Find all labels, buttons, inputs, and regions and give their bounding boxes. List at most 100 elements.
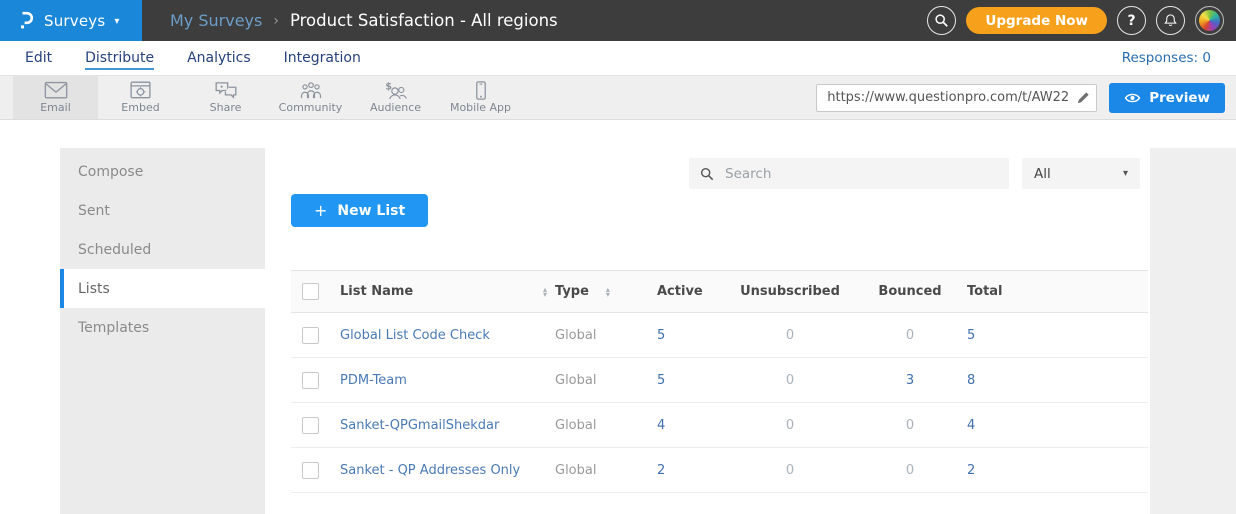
total-count[interactable]: 5 bbox=[955, 328, 1045, 343]
toolbar-item-mobile-app[interactable]: Mobile App bbox=[438, 76, 523, 119]
breadcrumb-separator-icon: › bbox=[273, 13, 279, 29]
toolbar-item-community[interactable]: Community bbox=[268, 76, 353, 119]
list-name-link[interactable]: PDM-Team bbox=[340, 373, 407, 388]
share-icon bbox=[214, 81, 238, 100]
row-checkbox[interactable] bbox=[302, 417, 319, 434]
sidebar-item-templates[interactable]: Templates bbox=[60, 308, 265, 347]
avatar-image bbox=[1199, 10, 1220, 31]
filter-selected-value: All bbox=[1034, 166, 1051, 182]
tab-integration[interactable]: Integration bbox=[284, 50, 361, 66]
survey-nav: Edit Distribute Analytics Integration Re… bbox=[0, 41, 1236, 76]
sidebar-item-label: Compose bbox=[78, 164, 143, 180]
total-count[interactable]: 2 bbox=[955, 463, 1045, 478]
pencil-icon bbox=[1076, 90, 1091, 105]
total-count[interactable]: 4 bbox=[955, 418, 1045, 433]
bounced-count: 0 bbox=[865, 328, 955, 343]
toolbar-item-share[interactable]: Share bbox=[183, 76, 268, 119]
plus-icon: + bbox=[314, 201, 327, 220]
preview-button[interactable]: Preview bbox=[1109, 83, 1225, 113]
avatar[interactable] bbox=[1195, 6, 1224, 35]
search-button[interactable] bbox=[927, 6, 956, 35]
upgrade-now-button[interactable]: Upgrade Now bbox=[966, 7, 1107, 34]
breadcrumb: My Surveys › Product Satisfaction - All … bbox=[170, 0, 558, 41]
page-title: Product Satisfaction - All regions bbox=[290, 11, 558, 30]
unsubscribed-count: 0 bbox=[715, 328, 865, 343]
tab-distribute[interactable]: Distribute bbox=[85, 50, 154, 66]
toolbar-item-label: Embed bbox=[121, 101, 159, 114]
list-type: Global bbox=[555, 328, 596, 343]
list-name-link[interactable]: Global List Code Check bbox=[340, 328, 490, 343]
preview-button-label: Preview bbox=[1149, 90, 1210, 106]
responses-count: Responses: 0 bbox=[1122, 50, 1211, 66]
surveys-menu-label: Surveys bbox=[44, 12, 105, 30]
gap-strip bbox=[0, 120, 1236, 148]
column-header-list-name: List Name bbox=[340, 284, 413, 299]
lists-table: List Name ▴▾ Type ▴▾ Active Unsubscribed… bbox=[291, 270, 1148, 493]
sidebar-item-lists[interactable]: Lists bbox=[60, 269, 265, 308]
row-checkbox[interactable] bbox=[302, 327, 319, 344]
select-all-checkbox[interactable] bbox=[302, 283, 319, 300]
toolbar-item-label: Community bbox=[279, 101, 343, 114]
active-count[interactable]: 4 bbox=[645, 418, 715, 433]
sidebar-item-scheduled[interactable]: Scheduled bbox=[60, 230, 265, 269]
sort-icon[interactable]: ▴▾ bbox=[543, 287, 547, 297]
active-count[interactable]: 5 bbox=[645, 373, 715, 388]
notifications-button[interactable] bbox=[1156, 6, 1185, 35]
toolbar-item-embed[interactable]: Embed bbox=[98, 76, 183, 119]
column-header-type: Type bbox=[555, 284, 589, 299]
chevron-down-icon: ▾ bbox=[114, 16, 119, 27]
search-icon bbox=[700, 167, 714, 181]
row-checkbox[interactable] bbox=[302, 372, 319, 389]
toolbar-item-label: Share bbox=[210, 101, 242, 114]
content-area: Compose Sent Scheduled Lists Templates A… bbox=[0, 148, 1236, 514]
right-gutter bbox=[1150, 148, 1236, 514]
sort-icon[interactable]: ▴▾ bbox=[606, 287, 610, 297]
active-count[interactable]: 5 bbox=[645, 328, 715, 343]
embed-icon bbox=[130, 81, 151, 100]
table-header-row: List Name ▴▾ Type ▴▾ Active Unsubscribed… bbox=[291, 270, 1148, 313]
toolbar-item-label: Email bbox=[40, 101, 71, 114]
sidebar-item-sent[interactable]: Sent bbox=[60, 191, 265, 230]
filter-row: All ▾ bbox=[291, 158, 1150, 189]
toolbar-item-label: Audience bbox=[370, 101, 421, 114]
tab-edit[interactable]: Edit bbox=[25, 50, 52, 66]
new-list-button[interactable]: + New List bbox=[291, 194, 428, 227]
distribute-toolbar: Email Embed Share Community bbox=[0, 76, 1236, 120]
survey-url-input[interactable] bbox=[816, 84, 1097, 112]
list-name-link[interactable]: Sanket - QP Addresses Only bbox=[340, 463, 520, 478]
column-header-bounced: Bounced bbox=[865, 284, 955, 299]
tab-analytics[interactable]: Analytics bbox=[187, 50, 251, 66]
list-type-filter-dropdown[interactable]: All ▾ bbox=[1022, 158, 1140, 189]
mobile-app-icon bbox=[469, 81, 493, 100]
toolbar-item-audience[interactable]: $ Audience bbox=[353, 76, 438, 119]
table-row: Sanket-QPGmailShekdar Global 4 0 0 4 bbox=[291, 403, 1148, 448]
edit-url-button[interactable] bbox=[1071, 86, 1095, 110]
sidebar-item-compose[interactable]: Compose bbox=[60, 152, 265, 191]
email-icon bbox=[44, 81, 68, 100]
community-icon bbox=[299, 81, 323, 100]
unsubscribed-count: 0 bbox=[715, 463, 865, 478]
help-button[interactable]: ? bbox=[1117, 6, 1146, 35]
breadcrumb-my-surveys[interactable]: My Surveys bbox=[170, 11, 262, 30]
sidebar-item-label: Scheduled bbox=[78, 242, 151, 258]
active-count[interactable]: 2 bbox=[645, 463, 715, 478]
bounced-count[interactable]: 3 bbox=[865, 373, 955, 388]
toolbar-item-email[interactable]: Email bbox=[13, 76, 98, 119]
search-icon bbox=[934, 13, 949, 28]
new-list-button-label: New List bbox=[337, 203, 405, 219]
column-header-active: Active bbox=[645, 284, 715, 299]
row-checkbox[interactable] bbox=[302, 462, 319, 479]
chevron-down-icon: ▾ bbox=[1123, 168, 1128, 179]
surveys-menu[interactable]: Surveys ▾ bbox=[0, 0, 142, 41]
lists-panel: All ▾ + New List List Name ▴▾ Type ▴▾ Ac… bbox=[265, 148, 1150, 514]
unsubscribed-count: 0 bbox=[715, 373, 865, 388]
svg-text:$: $ bbox=[385, 81, 392, 92]
search-input[interactable] bbox=[723, 165, 998, 183]
bell-icon bbox=[1163, 13, 1178, 28]
sidebar-item-label: Sent bbox=[78, 203, 110, 219]
question-mark-icon: ? bbox=[1127, 13, 1135, 29]
total-count[interactable]: 8 bbox=[955, 373, 1045, 388]
table-row: Sanket - QP Addresses Only Global 2 0 0 … bbox=[291, 448, 1148, 493]
list-name-link[interactable]: Sanket-QPGmailShekdar bbox=[340, 418, 499, 433]
column-header-total: Total bbox=[955, 284, 1045, 299]
